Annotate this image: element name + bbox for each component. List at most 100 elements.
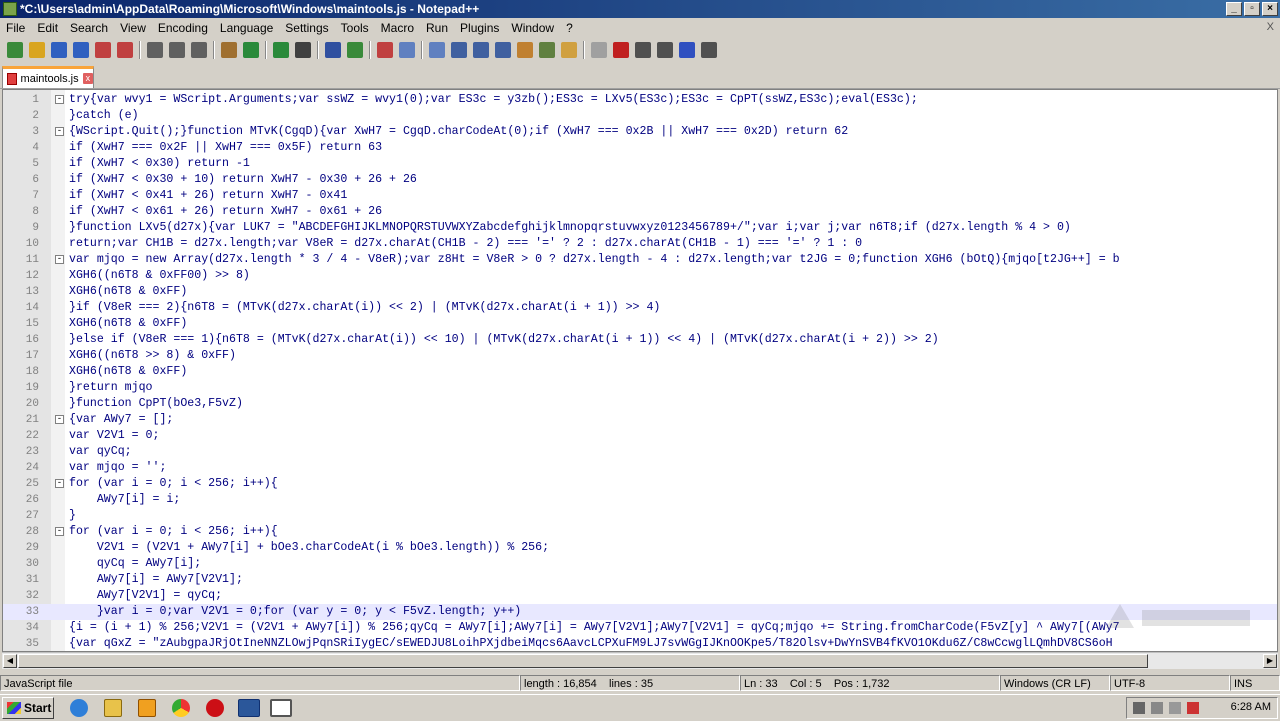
menu-file[interactable]: File bbox=[0, 21, 31, 35]
menu-window[interactable]: Window bbox=[505, 21, 560, 35]
folder-workspace-icon[interactable] bbox=[561, 42, 577, 58]
code-line[interactable]: 12 XGH6((n6T8 & 0xFF00) >> 8) bbox=[3, 268, 1277, 284]
code-line[interactable]: 7 if (XwH7 < 0x41 + 26) return XwH7 - 0x4… bbox=[3, 188, 1277, 204]
monitor-icon[interactable] bbox=[591, 42, 607, 58]
code-line[interactable]: 32 AWy7[V2V1] = qyCq; bbox=[3, 588, 1277, 604]
record-macro-icon[interactable] bbox=[613, 42, 629, 58]
menu-plugins[interactable]: Plugins bbox=[454, 21, 505, 35]
code-line[interactable]: 30 qyCq = AWy7[i]; bbox=[3, 556, 1277, 572]
code-line[interactable]: 27} bbox=[3, 508, 1277, 524]
code-line[interactable]: 19}return mjqo bbox=[3, 380, 1277, 396]
menu-view[interactable]: View bbox=[114, 21, 152, 35]
code-editor[interactable]: 1- try{var wvy1 = WScript.Arguments;var s… bbox=[2, 89, 1278, 652]
code-line[interactable]: 28 - for (var i = 0; i < 256; i++){ bbox=[3, 524, 1277, 540]
sync-vertical-icon[interactable] bbox=[399, 42, 415, 58]
code-line[interactable]: 35 {var qGxZ = "zAubgpaJRjOtIneNNZLOwjPqn… bbox=[3, 636, 1277, 651]
word-wrap-icon[interactable] bbox=[451, 42, 467, 58]
menu-run[interactable]: Run bbox=[420, 21, 454, 35]
menu-macro[interactable]: Macro bbox=[375, 21, 420, 35]
code-line[interactable]: 26 AWy7[i] = i; bbox=[3, 492, 1277, 508]
replace-icon[interactable] bbox=[325, 42, 341, 58]
tab-maintools[interactable]: maintools.js x bbox=[2, 66, 94, 88]
media-player-icon[interactable] bbox=[138, 699, 156, 717]
explorer-icon[interactable] bbox=[104, 699, 122, 717]
code-line[interactable]: 25 - for (var i = 0; i < 256; i++){ bbox=[3, 476, 1277, 492]
clock[interactable]: 6:28 AM bbox=[1231, 701, 1271, 713]
warning-icon[interactable] bbox=[1133, 702, 1145, 714]
notepadpp-app-icon[interactable] bbox=[3, 2, 17, 16]
code-line[interactable]: 31 AWy7[i] = AWy7[V2V1]; bbox=[3, 572, 1277, 588]
network-icon[interactable] bbox=[1151, 702, 1163, 714]
close-icon[interactable] bbox=[95, 42, 111, 58]
show-all-chars-icon[interactable] bbox=[473, 42, 489, 58]
scroll-right-button[interactable]: ▶ bbox=[1263, 654, 1277, 668]
horizontal-scrollbar[interactable]: ◀ ▶ bbox=[2, 652, 1278, 669]
code-line[interactable]: 4 if (XwH7 === 0x2F || XwH7 === 0x5F) ret… bbox=[3, 140, 1277, 156]
status-mode[interactable]: INS bbox=[1230, 675, 1280, 691]
code-line[interactable]: 8 if (XwH7 < 0x61 + 26) return XwH7 - 0x6… bbox=[3, 204, 1277, 220]
redo-icon[interactable] bbox=[273, 42, 289, 58]
start-button[interactable]: Start bbox=[2, 697, 54, 719]
undo-icon[interactable] bbox=[243, 42, 259, 58]
code-line[interactable]: 11 - var mjqo = new Array(d27x.length * 3 … bbox=[3, 252, 1277, 268]
fold-toggle-icon[interactable]: - bbox=[55, 479, 64, 488]
scroll-left-button[interactable]: ◀ bbox=[3, 654, 17, 668]
code-line[interactable]: 14}if (V8eR === 2){n6T8 = (MTvK(d27x.cha… bbox=[3, 300, 1277, 316]
close-all-icon[interactable] bbox=[117, 42, 133, 58]
zoom-out-icon[interactable] bbox=[377, 42, 393, 58]
printer-icon[interactable] bbox=[1169, 702, 1181, 714]
play-macro-icon[interactable] bbox=[657, 42, 673, 58]
new-icon[interactable] bbox=[7, 42, 23, 58]
menu-tools[interactable]: Tools bbox=[335, 21, 375, 35]
opera-icon[interactable] bbox=[206, 699, 224, 717]
stop-macro-icon[interactable] bbox=[635, 42, 651, 58]
fold-toggle-icon[interactable]: - bbox=[55, 127, 64, 136]
code-line[interactable]: 22 var V2V1 = 0; bbox=[3, 428, 1277, 444]
status-eol[interactable]: Windows (CR LF) bbox=[1000, 675, 1110, 691]
code-line[interactable]: 1 - try{var wvy1 = WScript.Arguments;var s… bbox=[3, 92, 1277, 108]
code-line[interactable]: 6 if (XwH7 < 0x30 + 10) return XwH7 - 0x3… bbox=[3, 172, 1277, 188]
code-line[interactable]: 17 XGH6((n6T8 >> 8) & 0xFF) bbox=[3, 348, 1277, 364]
tab-close-icon[interactable]: x bbox=[82, 73, 93, 84]
menu-language[interactable]: Language bbox=[214, 21, 279, 35]
close-document-button[interactable]: X bbox=[1267, 21, 1274, 33]
code-line[interactable]: 34 {i = (i + 1) % 256;V2V1 = (V2V1 + AWy7… bbox=[3, 620, 1277, 636]
print-icon[interactable] bbox=[147, 42, 163, 58]
save-all-icon[interactable] bbox=[73, 42, 89, 58]
code-line[interactable]: 29 V2V1 = (V2V1 + AWy7[i] + bOe3.charCod… bbox=[3, 540, 1277, 556]
code-line[interactable]: 21 - {var AWy7 = []; bbox=[3, 412, 1277, 428]
minimize-button[interactable]: _ bbox=[1226, 2, 1242, 16]
fold-toggle-icon[interactable]: - bbox=[55, 255, 64, 264]
save-macro-icon[interactable] bbox=[701, 42, 717, 58]
cut-icon[interactable] bbox=[169, 42, 185, 58]
sync-horizontal-icon[interactable] bbox=[429, 42, 445, 58]
code-line[interactable]: 15 XGH6(n6T8 & 0xFF) bbox=[3, 316, 1277, 332]
open-icon[interactable] bbox=[29, 42, 45, 58]
code-line[interactable]: 16}else if (V8eR === 1){n6T8 = (MTvK(d27… bbox=[3, 332, 1277, 348]
paste-icon[interactable] bbox=[221, 42, 237, 58]
restore-button[interactable]: ▫ bbox=[1244, 2, 1260, 16]
menu-search[interactable]: Search bbox=[64, 21, 114, 35]
scroll-thumb[interactable] bbox=[18, 654, 1148, 668]
menu-settings[interactable]: Settings bbox=[279, 21, 334, 35]
code-line[interactable]: 33 }var i = 0;var V2V1 = 0;for (var y = … bbox=[3, 604, 1277, 620]
code-line[interactable]: 9}function LXv5(d27x){var LUK7 = "ABCDEF… bbox=[3, 220, 1277, 236]
code-line[interactable]: 24 var mjqo = ''; bbox=[3, 460, 1277, 476]
code-line[interactable]: 20}function CpPT(bOe3,F5vZ) bbox=[3, 396, 1277, 412]
doc-map-icon[interactable] bbox=[517, 42, 533, 58]
code-line[interactable]: 3 - {WScript.Quit();}function MTvK(CgqD){v… bbox=[3, 124, 1277, 140]
fold-toggle-icon[interactable]: - bbox=[55, 95, 64, 104]
code-line[interactable]: 10 return;var CH1B = d27x.length;var V8eR… bbox=[3, 236, 1277, 252]
code-line[interactable]: 23 var qyCq; bbox=[3, 444, 1277, 460]
code-line[interactable]: 18 XGH6(n6T8 & 0xFF) bbox=[3, 364, 1277, 380]
find-icon[interactable] bbox=[295, 42, 311, 58]
word-icon[interactable] bbox=[238, 699, 260, 717]
menu-encoding[interactable]: Encoding bbox=[152, 21, 214, 35]
save-icon[interactable] bbox=[51, 42, 67, 58]
code-line[interactable]: 13 XGH6(n6T8 & 0xFF) bbox=[3, 284, 1277, 300]
zoom-in-icon[interactable] bbox=[347, 42, 363, 58]
copy-icon[interactable] bbox=[191, 42, 207, 58]
menu-help[interactable]: ? bbox=[560, 21, 579, 35]
chrome-icon[interactable] bbox=[172, 699, 190, 717]
status-encoding[interactable]: UTF-8 bbox=[1110, 675, 1230, 691]
